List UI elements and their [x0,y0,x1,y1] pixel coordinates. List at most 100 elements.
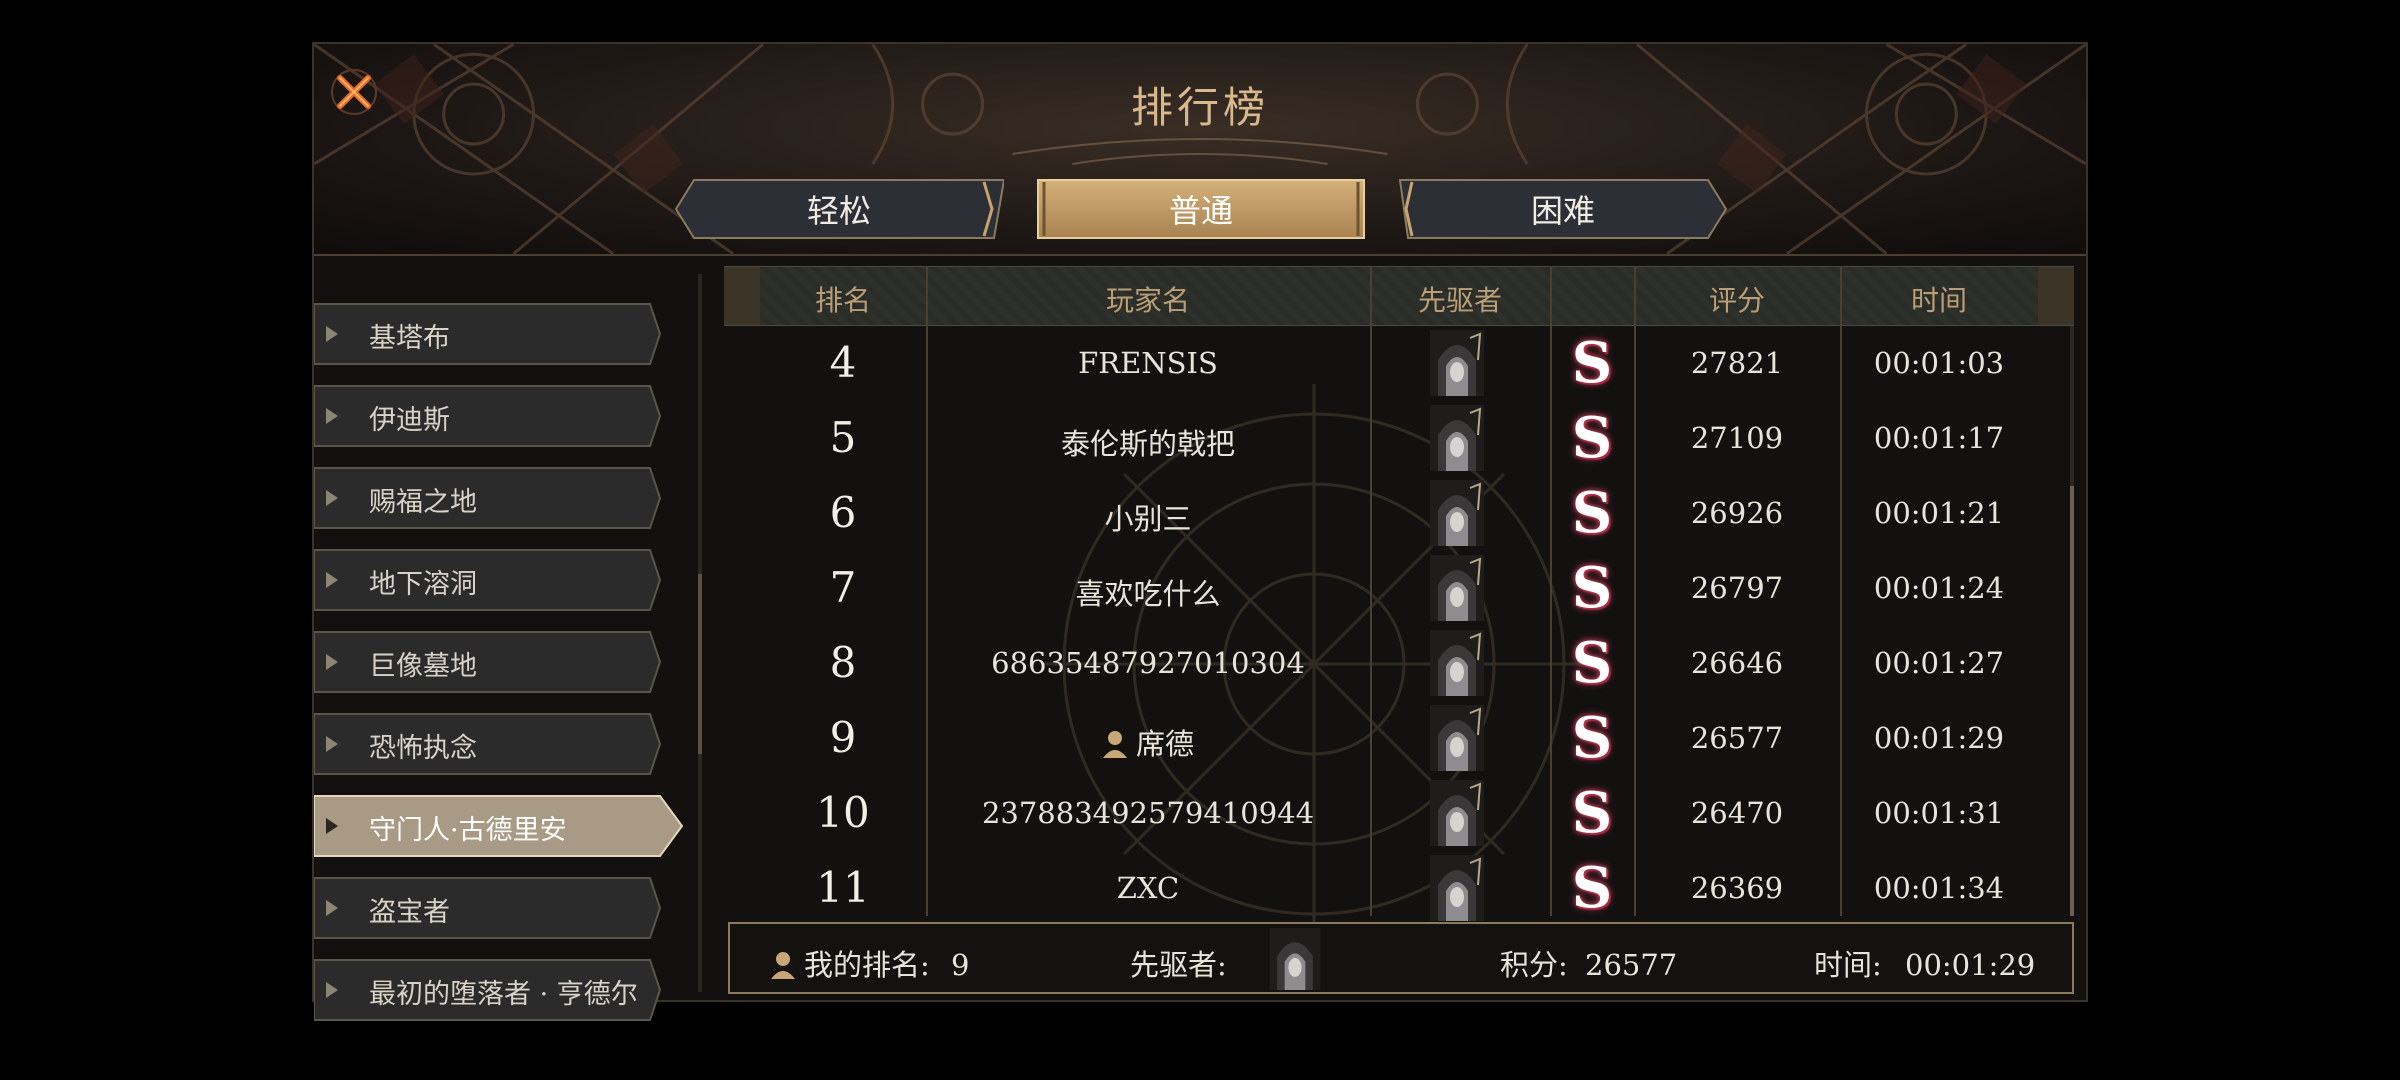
table-row[interactable]: 6 小别三 S 26926 00:01:21 [724,476,2064,551]
table-row[interactable]: 11 ZXC S 26369 00:01:34 [724,851,2064,926]
sidebar-item-label: 伊迪斯 [369,405,450,436]
my-rank-value: 9 [951,948,970,982]
my-pioneer-label: 先驱者: [1130,948,1227,982]
sidebar-item-juxiangmudi[interactable]: 巨像墓地 [314,630,666,694]
sidebar-item-daobaozhe[interactable]: 盗宝者 [314,876,666,940]
score-cell: 26646 [1690,646,1784,680]
grade-badge: S [1571,480,1613,546]
sidebar-item-shoumenren[interactable]: 守门人·古德里安 [314,794,686,858]
player-name: 喜欢吃什么 [1075,577,1221,611]
player-name: 泰伦斯的戟把 [1060,427,1235,461]
time-cell: 00:01:34 [1873,871,2005,905]
player-name-cell: 237883492579410944 [926,796,1370,830]
player-name: ZXC [1116,871,1180,905]
header-player: 玩家名 [1105,284,1190,317]
player-name-cell: 小别三 [926,496,1370,538]
rank-cell: 11 [816,863,870,912]
grade-badge: S [1571,855,1613,921]
pioneer-avatar [1430,480,1484,546]
score-cell: 26369 [1690,871,1784,905]
table-row[interactable]: 7 喜欢吃什么 S 26797 00:01:24 [724,551,2064,626]
player-name-cell: ZXC [926,871,1370,905]
header-rank: 排名 [814,284,871,317]
tab-normal[interactable]: 普通 [1036,178,1366,240]
score-cell: 26797 [1690,571,1784,605]
my-rank-label: 我的排名: [804,948,930,982]
rank-cell: 7 [829,563,857,612]
rank-cell: 5 [829,413,857,462]
table-row[interactable]: 9 席德 S 26577 00:01:29 [724,701,2064,776]
sidebar-item-yidisi[interactable]: 伊迪斯 [314,384,666,448]
time-cell: 00:01:17 [1873,421,2005,455]
person-icon [771,952,795,979]
rank-cell: 9 [829,713,857,762]
time-cell: 00:01:29 [1873,721,2005,755]
rank-cell: 8 [829,638,857,687]
table-row[interactable]: 8 68635487927010304 S 26646 00:01:27 [724,626,2064,701]
my-rank-bar: 我的排名: 9 先驱者: 积分: 26577 时间: 00:01:29 [728,922,2074,994]
player-name: 席德 [1135,727,1194,761]
stage-list: 基塔布 伊迪斯 赐福之地 地下溶洞 巨像墓地 恐怖执念 守门人·古德里安 盗宝者… [314,266,704,1021]
tab-hard-label: 困难 [1530,192,1595,230]
sidebar-item-hendeer[interactable]: 最初的堕落者 · 亨德尔 [314,958,666,1022]
page-title: 排行榜 [1130,83,1269,132]
player-name-cell: 68635487927010304 [926,646,1370,680]
sidebar-item-label: 地下溶洞 [369,569,477,600]
time-cell: 00:01:03 [1873,346,2005,380]
tab-normal-label: 普通 [1168,192,1233,230]
pioneer-avatar [1430,555,1484,621]
my-rank-group: 我的排名: 9 [770,942,969,984]
player-name: 68635487927010304 [991,646,1305,680]
my-time-group: 时间: 00:01:29 [1814,942,2035,984]
leaderboard-header: 排行榜 轻松 普通 困难 [314,44,2086,256]
close-button[interactable] [324,62,384,122]
grade-badge: S [1571,630,1613,696]
tab-easy[interactable]: 轻松 [674,178,1004,240]
player-name: 小别三 [1104,502,1192,536]
pioneer-avatar [1430,780,1484,846]
sidebar-item-jitabu[interactable]: 基塔布 [314,302,666,366]
sidebar-item-dixiarongdong[interactable]: 地下溶洞 [314,548,666,612]
table-row[interactable]: 5 泰伦斯的戟把 S 27109 00:01:17 [724,401,2064,476]
grade-badge: S [1571,555,1613,621]
sidebar-item-label: 赐福之地 [369,487,477,518]
pioneer-avatar [1430,330,1484,396]
leaderboard-panel: 排行榜 轻松 普通 困难 基塔布 伊迪斯 赐福之地 地下溶洞 巨像墓地 恐怖执念… [312,42,2088,1021]
player-name-cell: 喜欢吃什么 [926,571,1370,613]
sidebar-item-label: 最初的堕落者 · 亨德尔 [369,979,638,1010]
tab-hard[interactable]: 困难 [1398,178,1728,240]
time-cell: 00:01:27 [1873,646,2005,680]
player-name-cell: 席德 [926,721,1370,763]
stage-list-scrollbar[interactable] [698,274,702,992]
time-cell: 00:01:31 [1873,796,2005,830]
my-time-label: 时间: [1814,948,1882,982]
table-scrollbar[interactable] [2070,326,2074,916]
grade-badge: S [1571,705,1613,771]
sidebar-item-label: 盗宝者 [369,897,450,928]
close-x-icon [331,69,377,115]
table-row[interactable]: 4 FRENSIS S 27821 00:01:03 [724,326,2064,401]
table-row[interactable]: 10 237883492579410944 S 26470 00:01:31 [724,776,2064,851]
score-cell: 26926 [1690,496,1784,530]
player-name: FRENSIS [1078,346,1218,380]
sidebar-item-label: 基塔布 [369,323,450,354]
grade-badge: S [1571,405,1613,471]
my-pioneer-avatar [1269,928,1321,990]
my-score-value: 26577 [1585,948,1678,982]
score-cell: 27821 [1690,346,1784,380]
time-cell: 00:01:24 [1873,571,2005,605]
sidebar-item-kongbuzhinian[interactable]: 恐怖执念 [314,712,666,776]
header-time: 时间 [1910,284,1967,317]
score-cell: 27109 [1690,421,1784,455]
rank-cell: 10 [816,788,870,837]
rank-cell: 4 [829,338,857,387]
player-name-cell: 泰伦斯的戟把 [926,421,1370,463]
pioneer-avatar [1430,405,1484,471]
sidebar-item-cifuzhidi[interactable]: 赐福之地 [314,466,666,530]
difficulty-tabs: 轻松 普通 困难 [674,178,1730,240]
header-score: 评分 [1708,284,1765,317]
sidebar-item-label: 恐怖执念 [369,733,477,764]
header-pioneer: 先驱者 [1417,284,1502,317]
person-icon [1102,731,1127,758]
tab-easy-label: 轻松 [806,192,871,230]
